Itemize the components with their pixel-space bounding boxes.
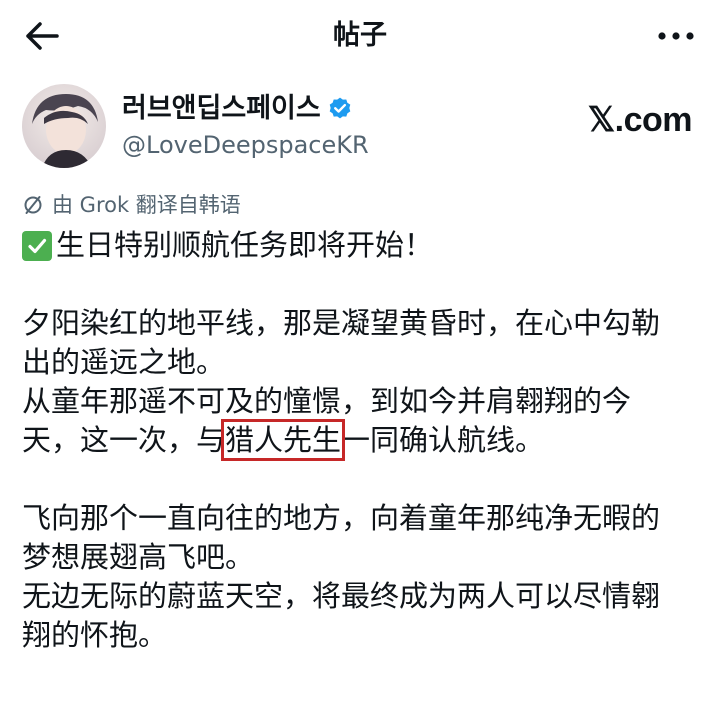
translate-icon [24, 196, 42, 214]
source-watermark: 𝕏.com [587, 101, 693, 139]
headline-text: 生日特别顺航任务即将开始！ [56, 228, 434, 262]
post-line: 飞向那个一直向往的地方，向着童年那纯净无暇的 [22, 501, 661, 535]
post-text-segment: 天，这一次，与 [22, 423, 226, 457]
post-line: 夕阳染红的地平线，那是凝望黄昏时，在心中勾勒 [22, 306, 661, 340]
post-line: 从童年那遥不可及的憧憬，到如今并肩翱翔的今 [22, 384, 632, 418]
translation-note[interactable]: 由 Grok 翻译自韩语 [22, 190, 241, 220]
post-author: 러브앤딥스페이스 @LoveDeepspaceKR 𝕏.com [22, 84, 698, 174]
post-line: 无边无际的蔚蓝天空，将最终成为两人可以尽情翱 [22, 579, 661, 613]
display-name-text: 러브앤딥스페이스 [122, 93, 321, 124]
more-options-button[interactable] [654, 18, 698, 54]
more-horizontal-icon [658, 32, 694, 40]
post-text-segment: 一同确认航线。 [341, 423, 545, 457]
post-line-with-highlight: 天，这一次，与猎人先生一同确认航线。 [22, 419, 712, 461]
post-line: 出的遥远之地。 [22, 345, 226, 379]
author-display-name[interactable]: 러브앤딥스페이스 [122, 92, 353, 126]
author-handle[interactable]: @LoveDeepspaceKR [122, 130, 369, 160]
post-headline: 生日特别顺航任务即将开始！ [22, 226, 712, 265]
post-line: 梦想展翅高飞吧。 [22, 540, 255, 574]
post-body: 生日特别顺航任务即将开始！ 夕阳染红的地平线，那是凝望黄昏时，在心中勾勒 出的遥… [22, 226, 712, 655]
translation-note-text: 由 Grok 翻译自韩语 [52, 193, 241, 217]
highlighted-phrase: 猎人先生 [221, 419, 346, 461]
post-line: 翔的怀抱。 [22, 618, 168, 652]
page-title: 帖子 [333, 20, 387, 51]
avatar[interactable] [22, 84, 106, 168]
top-bar: 帖子 [0, 0, 720, 72]
verified-badge-icon [329, 97, 351, 119]
check-mark-button-icon [22, 230, 52, 261]
